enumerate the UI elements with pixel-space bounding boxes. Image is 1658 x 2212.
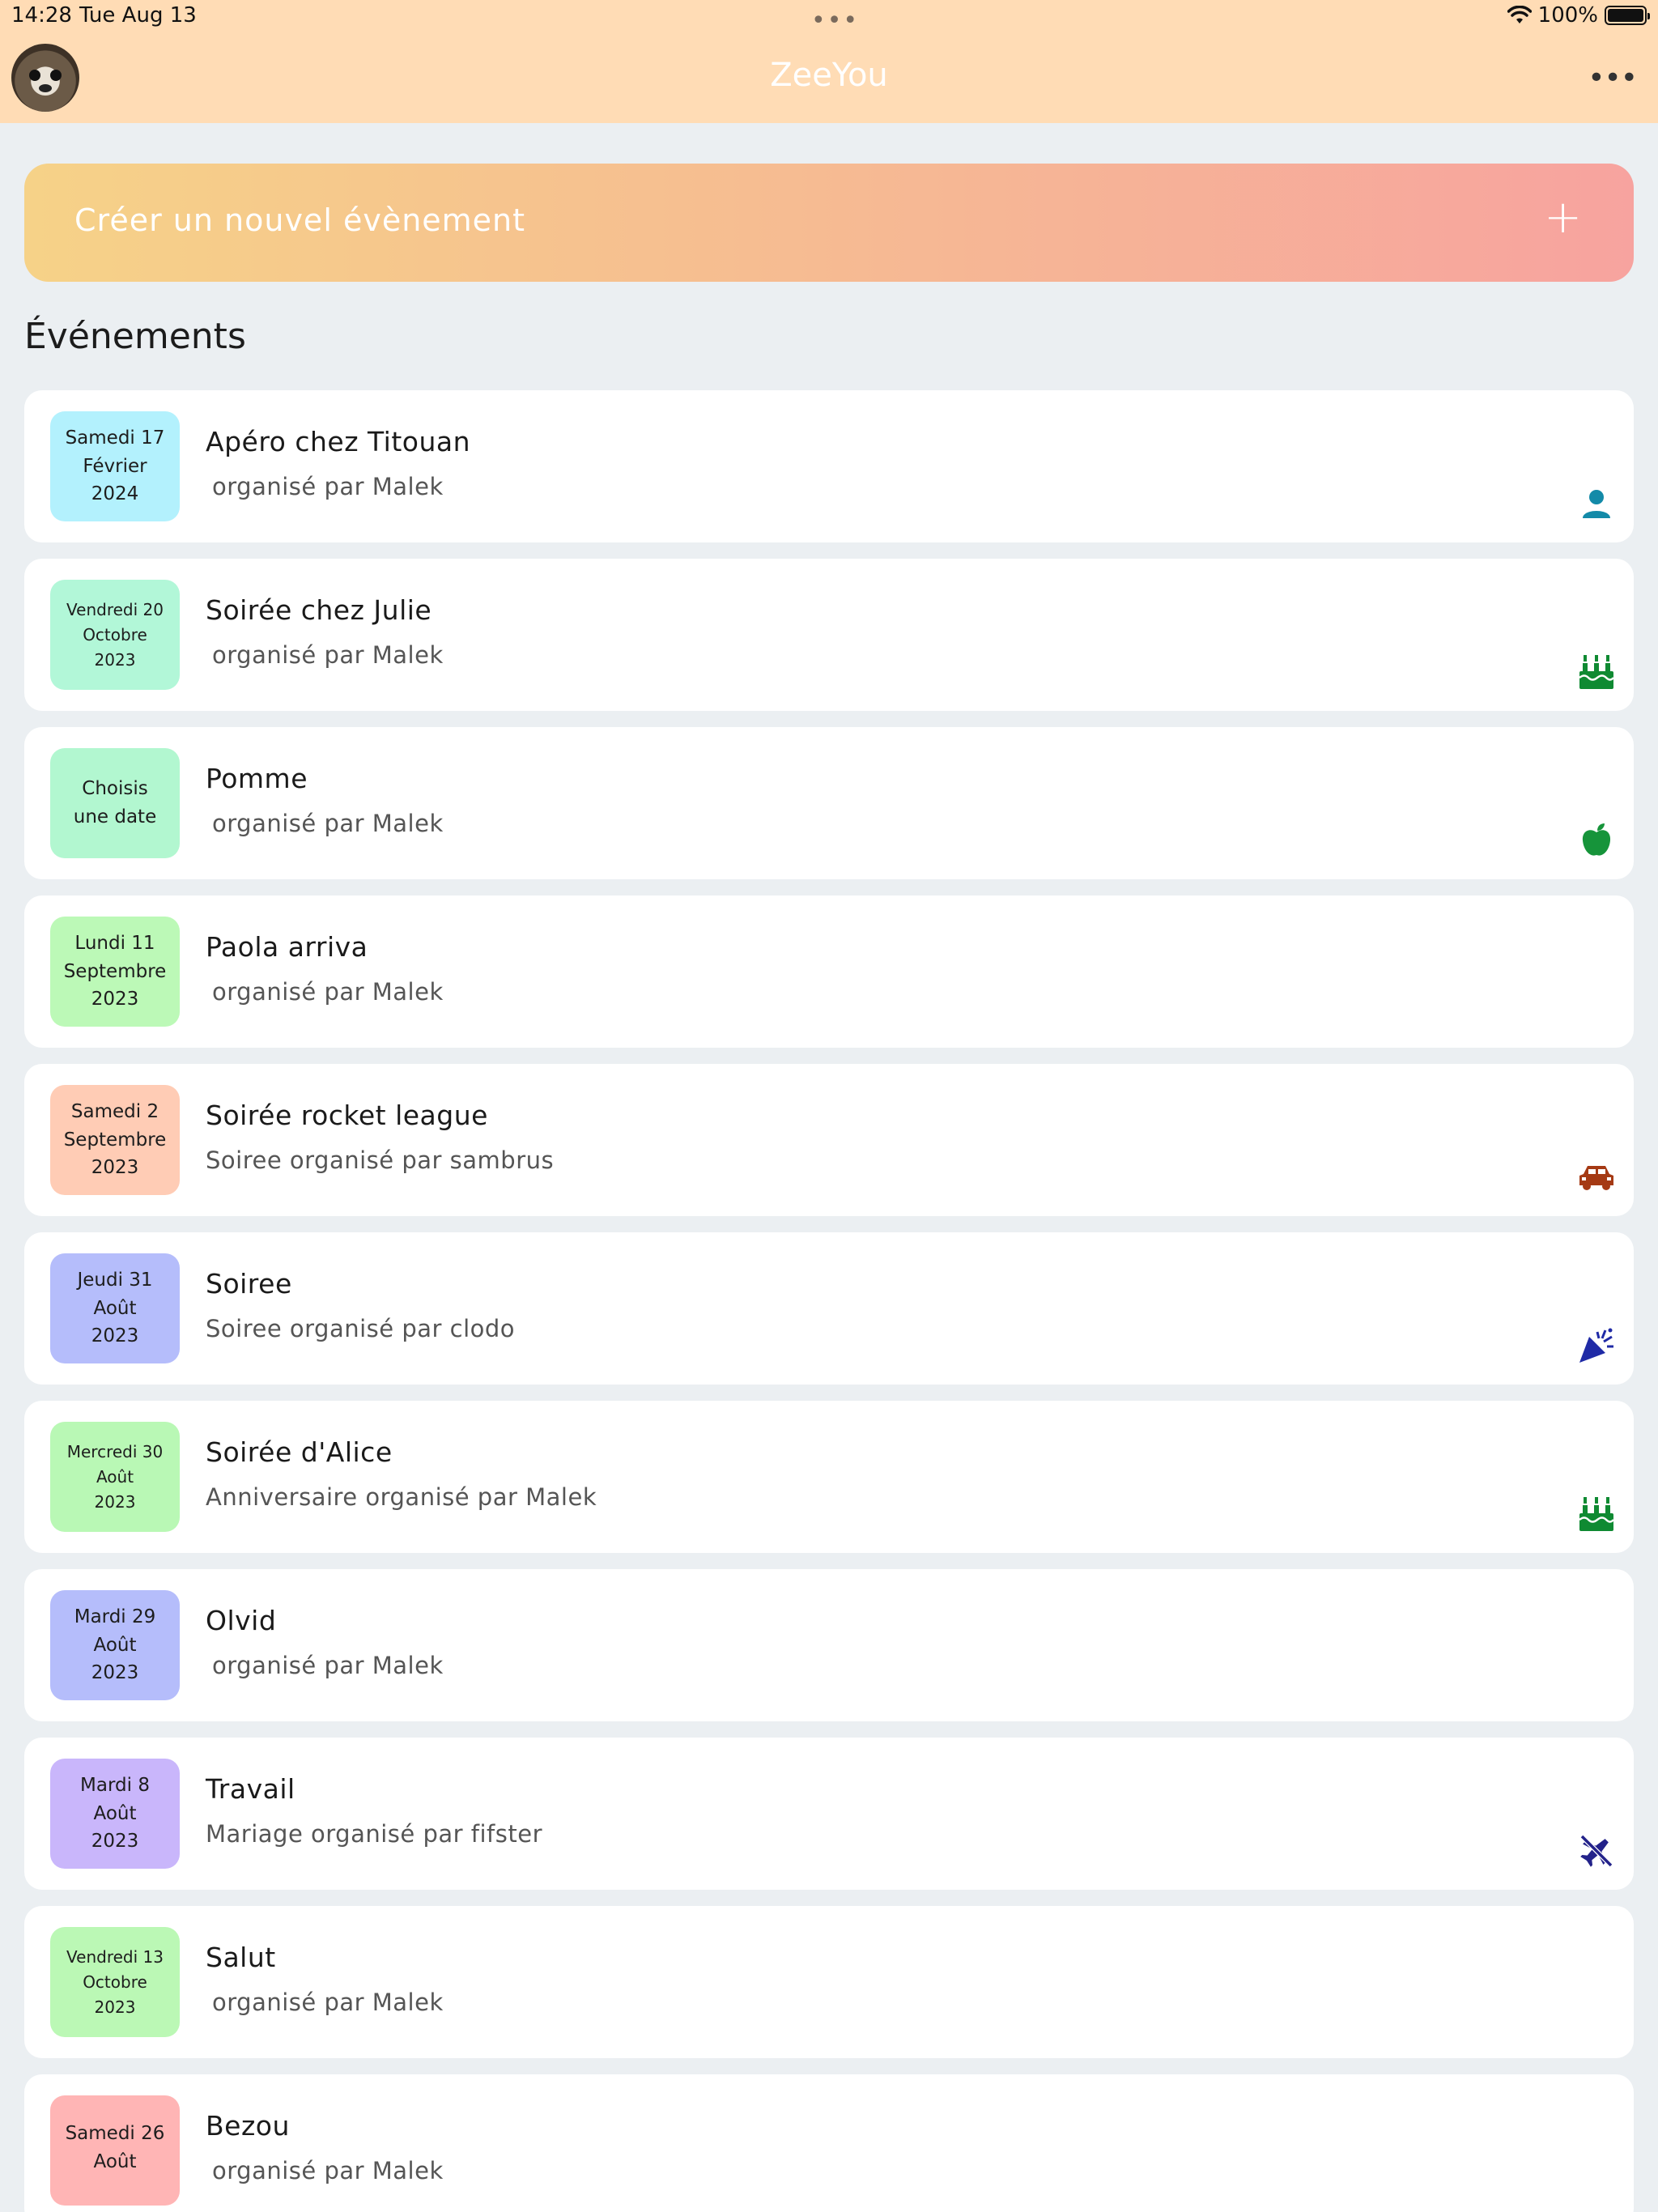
event-date-line: 2023 <box>94 649 136 670</box>
event-subtitle: organisé par Malek <box>212 2157 444 2184</box>
event-title: Pomme <box>206 763 308 794</box>
event-date-badge: Vendredi 20 Octobre 2023 <box>50 580 180 690</box>
event-card[interactable]: Mercredi 30 Août 2023 Soirée d'Alice Anniver… <box>24 1401 1634 1553</box>
event-date-line: Août <box>93 1802 137 1824</box>
event-subtitle: organisé par Malek <box>212 810 444 837</box>
event-date-line: Septembre <box>63 960 167 982</box>
event-date-line: Septembre <box>63 1129 167 1151</box>
section-title: Événements <box>24 316 246 357</box>
status-date: Tue Aug 13 <box>79 3 197 28</box>
event-card[interactable]: Jeudi 31 Août 2023 Soiree Soiree organisé pa… <box>24 1232 1634 1385</box>
status-right: 100% <box>1507 3 1650 28</box>
event-card[interactable]: Lundi 11 Septembre 2023 Paola arriva organis… <box>24 895 1634 1048</box>
event-date-line: Choisis <box>82 778 148 800</box>
event-date-line: Lundi 11 <box>74 932 155 954</box>
create-event-button[interactable]: Créer un nouvel évènement + <box>24 164 1634 282</box>
battery-percent: 100% <box>1537 3 1598 28</box>
event-title: Soirée chez Julie <box>206 594 432 626</box>
event-subtitle: organisé par Malek <box>212 1989 444 2016</box>
status-time: 14:28 <box>11 3 72 28</box>
event-card[interactable]: Samedi 17 Février 2024 Apéro chez Titouan or… <box>24 390 1634 542</box>
event-date-badge: Jeudi 31 Août 2023 <box>50 1253 180 1363</box>
event-date-line: Août <box>96 1466 134 1487</box>
event-date-line: Août <box>93 1634 137 1656</box>
wifi-icon <box>1507 6 1532 23</box>
event-subtitle: Soiree organisé par clodo <box>206 1315 516 1342</box>
more-options-icon[interactable]: ••• <box>1588 62 1638 95</box>
event-date-line: Samedi 17 <box>65 427 165 449</box>
event-date-line: 2023 <box>94 1997 136 2017</box>
event-subtitle: Mariage organisé par fifster <box>206 1820 542 1848</box>
event-date-badge: Samedi 17 Février 2024 <box>50 411 180 521</box>
event-date-line: Mercredi 30 <box>66 1441 164 1461</box>
event-date-line: Février <box>83 455 147 477</box>
event-subtitle: Anniversaire organisé par Malek <box>206 1483 597 1511</box>
event-date-badge: Mardi 8 Août 2023 <box>50 1759 180 1869</box>
event-date-badge: Mercredi 30 Août 2023 <box>50 1422 180 1532</box>
party-popper-icon <box>1577 1326 1616 1365</box>
event-date-line: Mardi 29 <box>74 1606 156 1627</box>
event-title: Bezou <box>206 2110 290 2142</box>
event-card[interactable]: Mardi 8 Août 2023 Travail Mariage organisé p… <box>24 1738 1634 1890</box>
event-title: Travail <box>206 1773 295 1805</box>
no-flight-icon <box>1577 1831 1616 1870</box>
event-subtitle: organisé par Malek <box>212 1652 444 1679</box>
event-date-line: Août <box>93 2151 137 2172</box>
event-subtitle: organisé par Malek <box>212 641 444 669</box>
event-date-line: 2023 <box>91 1662 139 1684</box>
event-title: Soirée rocket league <box>206 1100 488 1131</box>
event-date-line: 2024 <box>91 483 139 505</box>
event-card[interactable]: Vendredi 13 Octobre 2023 Salut organisé par … <box>24 1906 1634 2058</box>
event-date-badge: Vendredi 13 Octobre 2023 <box>50 1927 180 2037</box>
event-subtitle: Soiree organisé par sambrus <box>206 1146 555 1174</box>
event-date-line: Octobre <box>83 624 147 644</box>
event-date-line: une date <box>73 806 157 827</box>
event-date-badge: Mardi 29 Août 2023 <box>50 1590 180 1700</box>
event-date-line: Octobre <box>83 1972 147 1992</box>
event-title: Apéro chez Titouan <box>206 426 471 457</box>
event-date-badge: Choisis une date <box>50 748 180 858</box>
event-date-line: Jeudi 31 <box>77 1269 153 1291</box>
event-date-line: Samedi 2 <box>70 1100 159 1122</box>
event-date-line: Samedi 26 <box>65 2123 165 2145</box>
event-card[interactable]: Samedi 2 Septembre 2023 Soirée rocket leagu… <box>24 1064 1634 1216</box>
event-date-badge: Samedi 2 Septembre 2023 <box>50 1085 180 1195</box>
event-title: Soiree <box>206 1268 292 1300</box>
event-date-badge: Lundi 11 Septembre 2023 <box>50 917 180 1027</box>
event-card[interactable]: Vendredi 20 Octobre 2023 Soirée chez Julie o… <box>24 559 1634 711</box>
event-title: Salut <box>206 1942 276 1973</box>
event-title: Paola arriva <box>206 931 368 963</box>
event-card[interactable]: Samedi 26 Août Bezou organisé par Malek <box>24 2074 1634 2212</box>
event-date-line: 2023 <box>94 1491 136 1512</box>
multitask-dots-icon[interactable]: ••• <box>811 6 859 35</box>
event-card[interactable]: Choisis une date Pomme organisé par Malek <box>24 727 1634 879</box>
event-card[interactable]: Mardi 29 Août 2023 Olvid organisé par Malek <box>24 1569 1634 1721</box>
event-date-line: Août <box>93 1297 137 1319</box>
cake-icon <box>1577 1495 1616 1534</box>
event-subtitle: organisé par Malek <box>212 473 444 500</box>
event-title: Olvid <box>206 1605 277 1636</box>
plus-icon: + <box>1544 191 1582 244</box>
event-title: Soirée d'Alice <box>206 1436 393 1468</box>
person-icon <box>1577 484 1616 523</box>
apple-icon <box>1577 821 1616 860</box>
top-bar: 14:28 Tue Aug 13 ••• 100% ZeeYou ••• <box>0 0 1658 123</box>
battery-icon <box>1605 6 1650 25</box>
event-date-line: Mardi 8 <box>80 1774 150 1796</box>
create-event-label: Créer un nouvel évènement <box>74 202 526 238</box>
event-subtitle: organisé par Malek <box>212 978 444 1006</box>
event-date-line: 2023 <box>91 989 139 1010</box>
app-title: ZeeYou <box>770 57 888 94</box>
event-date-line: 2023 <box>91 1157 139 1179</box>
cake-icon <box>1577 653 1616 691</box>
event-date-line: 2023 <box>91 1831 139 1853</box>
car-icon <box>1577 1158 1616 1197</box>
event-date-line: Vendredi 13 <box>66 1946 164 1967</box>
event-date-badge: Samedi 26 Août <box>50 2095 180 2206</box>
event-date-line: 2023 <box>91 1325 139 1347</box>
event-date-line: Vendredi 20 <box>66 599 164 619</box>
